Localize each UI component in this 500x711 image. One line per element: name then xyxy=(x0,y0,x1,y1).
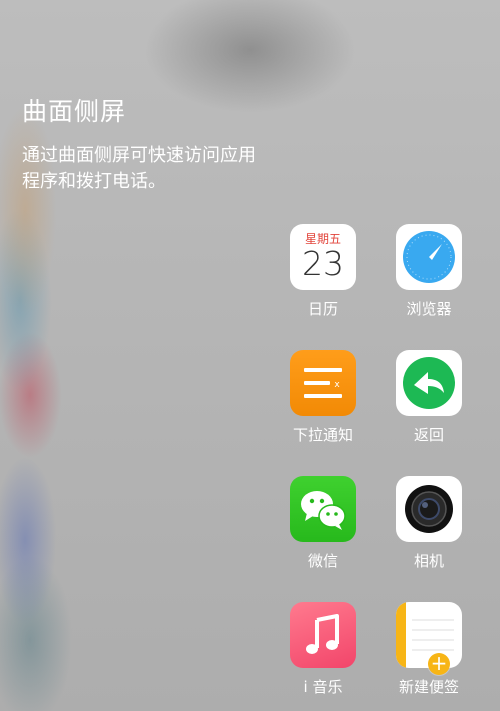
app-label: 新建便签 xyxy=(398,678,459,696)
app-label: 下拉通知 xyxy=(292,426,353,444)
app-label: 微信 xyxy=(307,552,338,570)
app-label: 返回 xyxy=(413,426,444,444)
music-note-icon xyxy=(290,602,356,668)
app-label: i 音乐 xyxy=(303,678,343,696)
calendar-day-number: 23 xyxy=(302,244,344,283)
app-label: 相机 xyxy=(413,552,444,570)
plus-badge-icon: + xyxy=(428,653,450,675)
app-new-note[interactable]: + 新建便签 xyxy=(379,602,479,697)
notification-list-icon: x xyxy=(290,350,356,416)
page-description: 通过曲面侧屏可快速访问应用程序和拨打电话。 xyxy=(22,145,256,192)
app-pull-down-notification[interactable]: x 下拉通知 xyxy=(273,350,373,445)
app-wechat[interactable]: 微信 xyxy=(273,476,373,571)
app-i-music[interactable]: i 音乐 xyxy=(273,602,373,697)
compass-icon xyxy=(396,224,462,290)
app-label: 日历 xyxy=(307,300,338,318)
app-label: 浏览器 xyxy=(406,300,452,318)
back-arrow-icon xyxy=(396,350,462,416)
wechat-icon xyxy=(290,476,356,542)
app-browser[interactable]: 浏览器 xyxy=(379,224,479,319)
page-title: 曲面侧屏 xyxy=(22,97,127,126)
app-camera[interactable]: 相机 xyxy=(379,476,479,571)
app-calendar[interactable]: 星期五 23 日历 xyxy=(273,224,373,319)
camera-icon xyxy=(396,476,462,542)
calendar-icon: 星期五 23 xyxy=(290,224,356,290)
app-back[interactable]: 返回 xyxy=(379,350,479,445)
svg-text:x: x xyxy=(334,380,340,390)
